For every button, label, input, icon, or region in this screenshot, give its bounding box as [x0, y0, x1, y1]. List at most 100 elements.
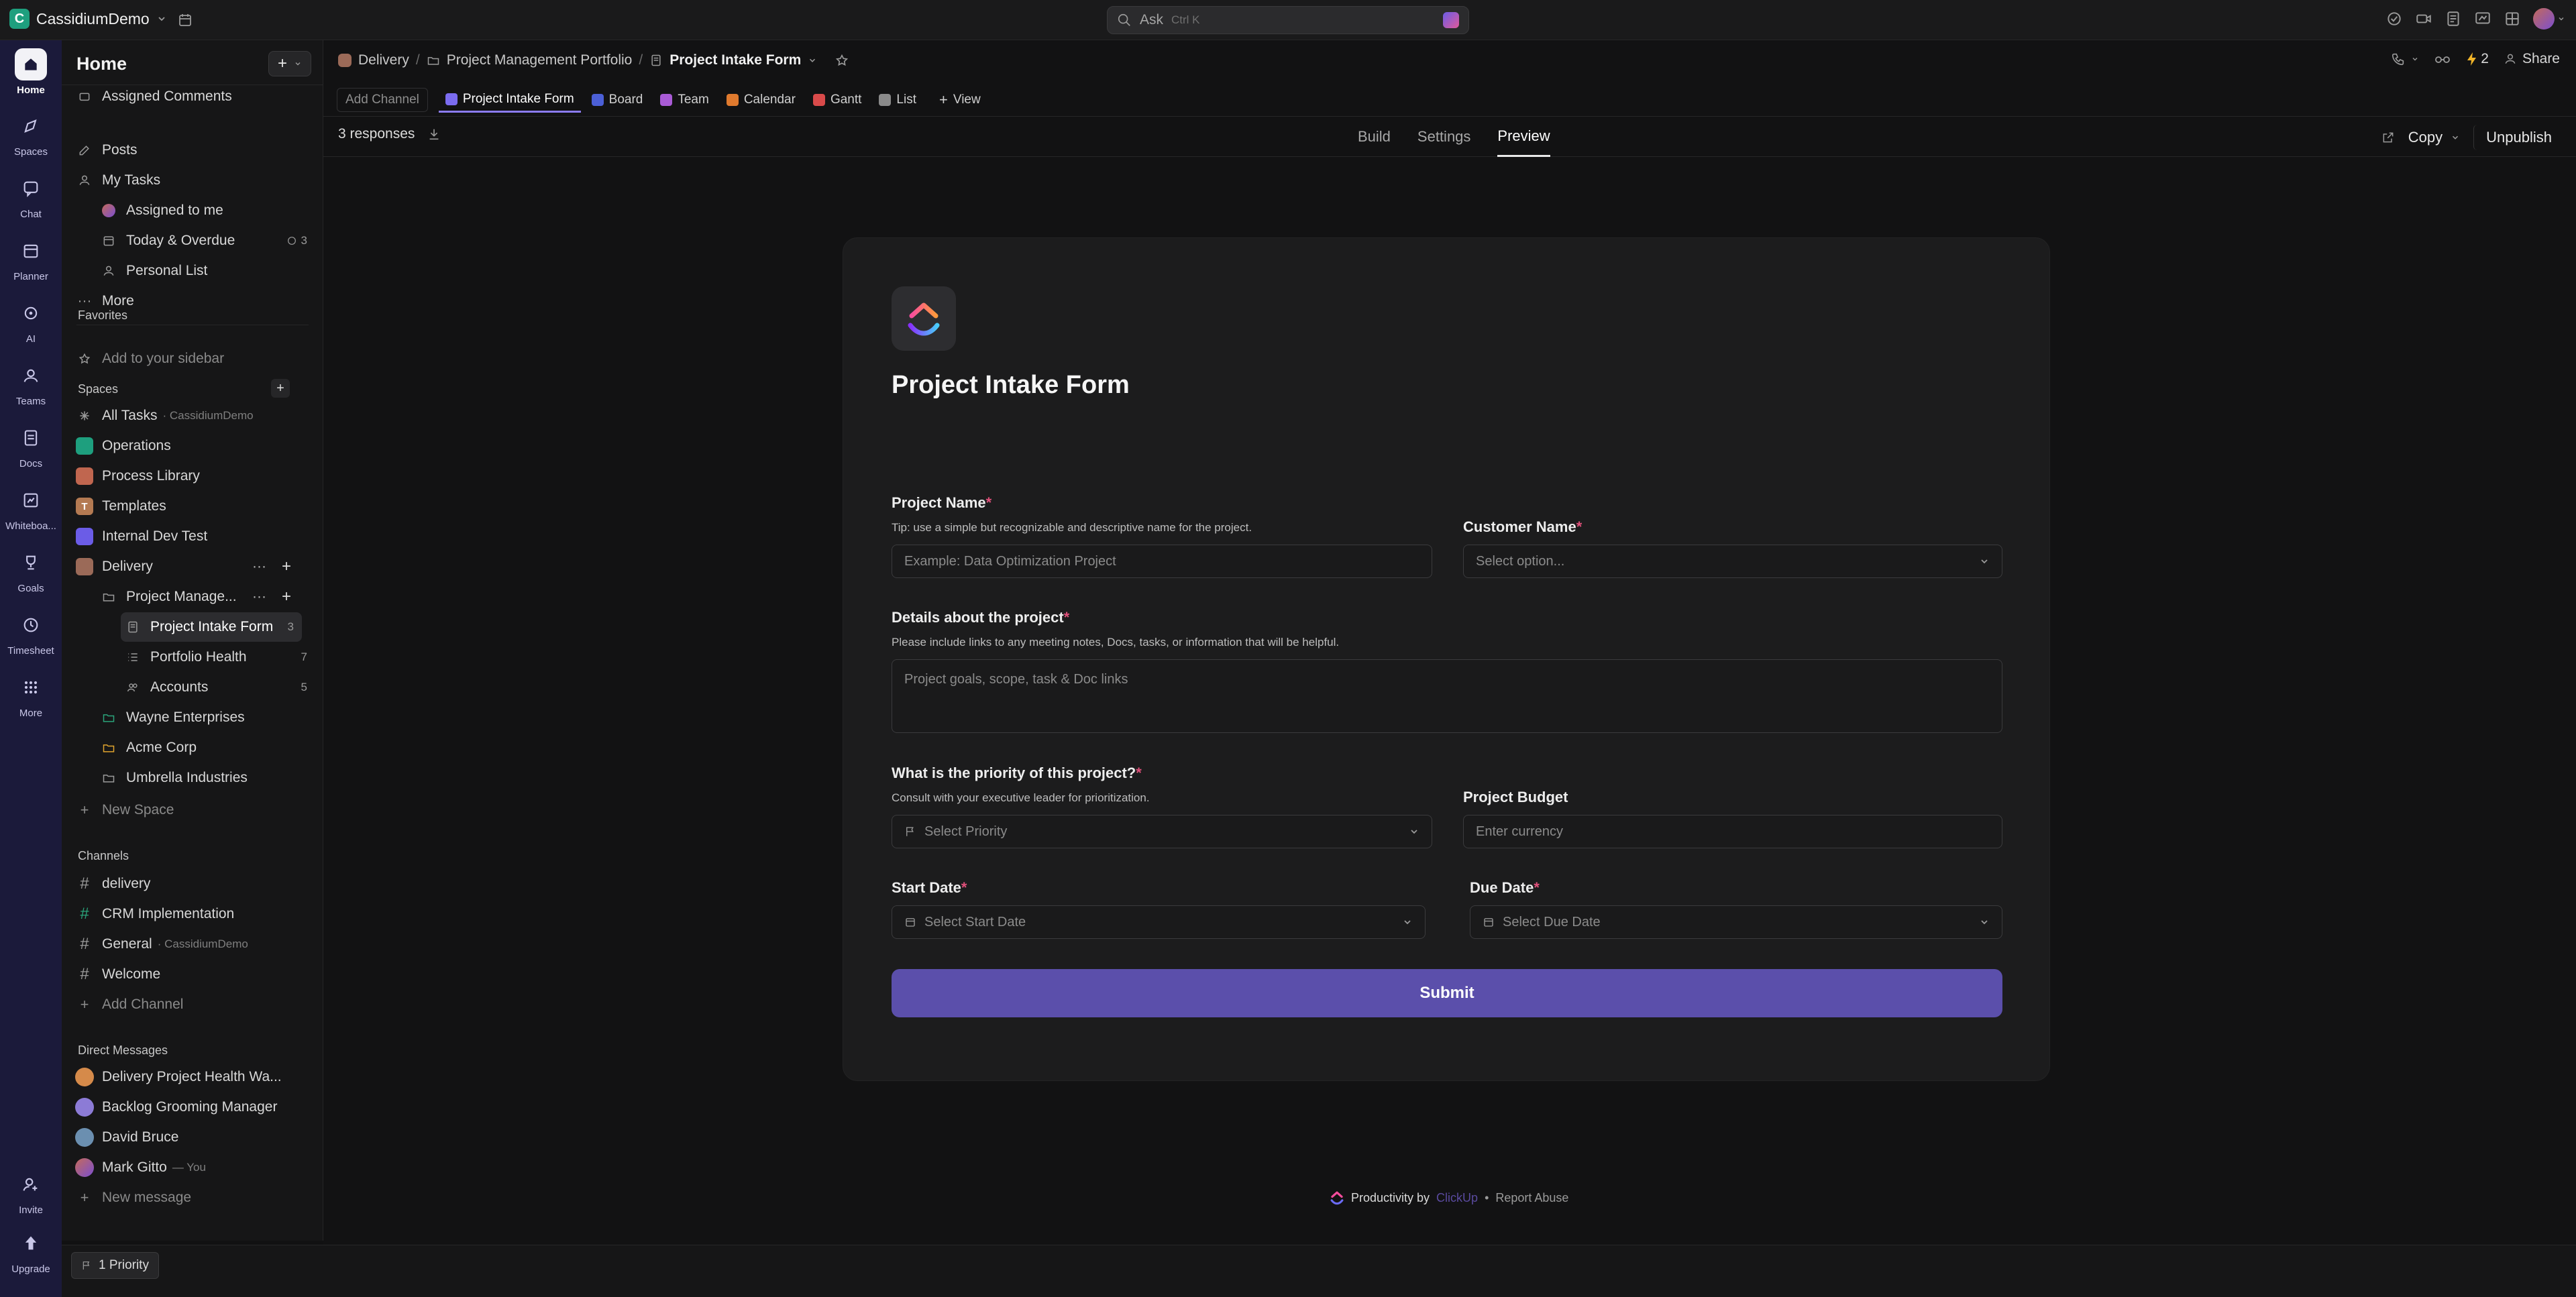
channel-welcome[interactable]: # Welcome — [62, 960, 317, 989]
rail-whiteboards[interactable]: Whiteboa... — [0, 484, 62, 532]
dm-david-bruce[interactable]: David Bruce — [62, 1123, 317, 1152]
call-button[interactable] — [2391, 52, 2419, 66]
sidebar-item-project-management-folder[interactable]: Project Manage... ··· + — [62, 582, 317, 612]
calendar-icon[interactable] — [177, 12, 193, 28]
rail-label: Chat — [20, 209, 42, 220]
add-icon[interactable]: + — [282, 587, 291, 606]
add-view-button[interactable]: + View — [932, 87, 987, 113]
search-bar[interactable]: Ask Ctrl K — [1107, 6, 1469, 34]
project-name-input[interactable]: Example: Data Optimization Project — [892, 545, 1432, 578]
sidebar-item-today-overdue[interactable]: Today & Overdue 3 — [62, 226, 317, 256]
add-space-button[interactable]: + — [271, 379, 290, 398]
dm-backlog-grooming-manager[interactable]: Backlog Grooming Manager — [62, 1092, 317, 1122]
add-channel-button[interactable]: + Add Channel — [62, 990, 317, 1019]
whiteboard-icon[interactable] — [2474, 10, 2491, 27]
sidebar-item-assigned-to-me[interactable]: Assigned to me — [62, 196, 317, 225]
sidebar-item-delivery[interactable]: Delivery ··· + — [62, 552, 317, 581]
priority-chip[interactable]: 1 Priority — [71, 1252, 159, 1279]
view-tab-list[interactable]: List — [872, 89, 923, 111]
external-link-icon[interactable] — [2381, 131, 2395, 144]
new-space-button[interactable]: + New Space — [62, 795, 317, 825]
clock-icon — [287, 237, 296, 245]
sidebar-item-accounts[interactable]: Accounts 5 — [62, 673, 317, 702]
rail-home[interactable]: Home — [0, 48, 62, 96]
view-tab-calendar[interactable]: Calendar — [720, 89, 802, 111]
sidebar-item-my-tasks[interactable]: My Tasks — [62, 166, 317, 195]
channel-crm-implementation[interactable]: # CRM Implementation — [62, 899, 317, 929]
tab-build[interactable]: Build — [1358, 117, 1391, 157]
ellipsis-icon[interactable]: ··· — [252, 559, 266, 575]
rail-ai[interactable]: AI — [0, 297, 62, 345]
video-icon[interactable] — [2415, 10, 2432, 27]
copy-link-button[interactable]: Copy — [2408, 129, 2460, 146]
due-date-picker[interactable]: Select Due Date — [1470, 905, 2002, 939]
tab-settings[interactable]: Settings — [1417, 117, 1471, 157]
user-menu[interactable] — [2533, 8, 2565, 30]
glasses-icon[interactable] — [2434, 52, 2451, 66]
sidebar-item-project-intake-form[interactable]: Project Intake Form 3 — [121, 612, 302, 642]
rail-timesheet[interactable]: Timesheet — [0, 609, 62, 657]
priority-select[interactable]: Select Priority — [892, 815, 1432, 848]
sidebar-item-acme-corp[interactable]: Acme Corp — [62, 733, 317, 763]
tab-preview[interactable]: Preview — [1497, 117, 1550, 157]
new-message-button[interactable]: + New message — [62, 1183, 317, 1213]
sidebar-item-umbrella-industries[interactable]: Umbrella Industries — [62, 763, 317, 793]
ai-brain-icon[interactable] — [1443, 12, 1459, 28]
rail-spaces[interactable]: Spaces — [0, 110, 62, 158]
footer-brand-link[interactable]: ClickUp — [1436, 1191, 1478, 1205]
create-new-button[interactable]: + — [268, 51, 311, 76]
rail-more[interactable]: More — [0, 671, 62, 719]
view-tab-team[interactable]: Team — [653, 89, 715, 111]
start-date-picker[interactable]: Select Start Date — [892, 905, 1426, 939]
check-circle-icon[interactable] — [2385, 10, 2403, 27]
rail-invite[interactable]: Invite — [0, 1168, 62, 1216]
sidebar-item-wayne-enterprises[interactable]: Wayne Enterprises — [62, 703, 317, 732]
sidebar-item-assigned-comments[interactable]: Assigned Comments — [62, 84, 317, 105]
view-tab-gantt[interactable]: Gantt — [806, 89, 868, 111]
sidebar-item-internal-dev-test[interactable]: Internal Dev Test — [62, 522, 317, 551]
add-icon[interactable]: + — [282, 557, 291, 576]
dm-delivery-project-health[interactable]: Delivery Project Health Wa... — [62, 1062, 317, 1092]
doc-icon[interactable] — [2445, 10, 2462, 27]
rail-planner[interactable]: Planner — [0, 235, 62, 282]
sidebar-item-all-tasks[interactable]: All Tasks · CassidiumDemo — [62, 401, 317, 431]
breadcrumb-space[interactable]: Delivery — [358, 52, 409, 68]
chevron-down-icon — [2453, 135, 2459, 139]
channel-delivery[interactable]: # delivery — [62, 869, 317, 899]
rail-teams[interactable]: Teams — [0, 359, 62, 407]
download-icon[interactable] — [427, 127, 441, 142]
sidebar-item-personal-list[interactable]: Personal List — [62, 256, 317, 286]
chevron-down-icon[interactable] — [808, 56, 817, 65]
details-textarea[interactable]: Project goals, scope, task & Doc links — [892, 659, 2002, 733]
grid-icon[interactable] — [2504, 10, 2521, 27]
breadcrumb-folder[interactable]: Project Management Portfolio — [447, 52, 633, 68]
sidebar-item-process-library[interactable]: Process Library — [62, 461, 317, 491]
ellipsis-icon[interactable]: ··· — [252, 589, 266, 605]
responses-count[interactable]: 3 responses — [338, 126, 415, 142]
breadcrumb-current[interactable]: Project Intake Form — [669, 52, 801, 68]
rail-goals[interactable]: Goals — [0, 547, 62, 594]
rail-docs[interactable]: Docs — [0, 422, 62, 469]
sidebar-item-operations[interactable]: Operations — [62, 431, 317, 461]
customer-name-select[interactable]: Select option... — [1463, 545, 2002, 578]
channel-general[interactable]: # General · CassidiumDemo — [62, 929, 317, 959]
rail-chat[interactable]: Chat — [0, 172, 62, 220]
report-abuse-link[interactable]: Report Abuse — [1495, 1191, 1568, 1205]
workspace-switcher[interactable]: C CassidiumDemo — [9, 9, 167, 29]
submit-button[interactable]: Submit — [892, 969, 2002, 1017]
sidebar-item-posts[interactable]: Posts — [62, 135, 317, 165]
dm-mark-gitto[interactable]: Mark Gitto — You — [62, 1153, 317, 1182]
budget-input[interactable]: Enter currency — [1463, 815, 2002, 848]
add-to-sidebar[interactable]: Add to your sidebar — [62, 344, 317, 374]
sidebar-item-portfolio-health[interactable]: Portfolio Health 7 — [62, 642, 317, 672]
view-tab-project-intake-form[interactable]: Project Intake Form — [438, 88, 581, 113]
view-tab-board[interactable]: Board — [585, 89, 650, 111]
automations-button[interactable]: 2 — [2466, 51, 2489, 67]
rail-upgrade[interactable]: Upgrade — [0, 1227, 62, 1275]
sidebar-item-templates[interactable]: T Templates — [62, 492, 317, 521]
share-button[interactable]: Share — [2504, 51, 2560, 67]
unpublish-button[interactable]: Unpublish — [2473, 125, 2560, 150]
spaces-heading: Spaces — [78, 382, 119, 396]
add-channel-button[interactable]: Add Channel — [337, 88, 428, 112]
star-icon[interactable] — [835, 53, 849, 68]
